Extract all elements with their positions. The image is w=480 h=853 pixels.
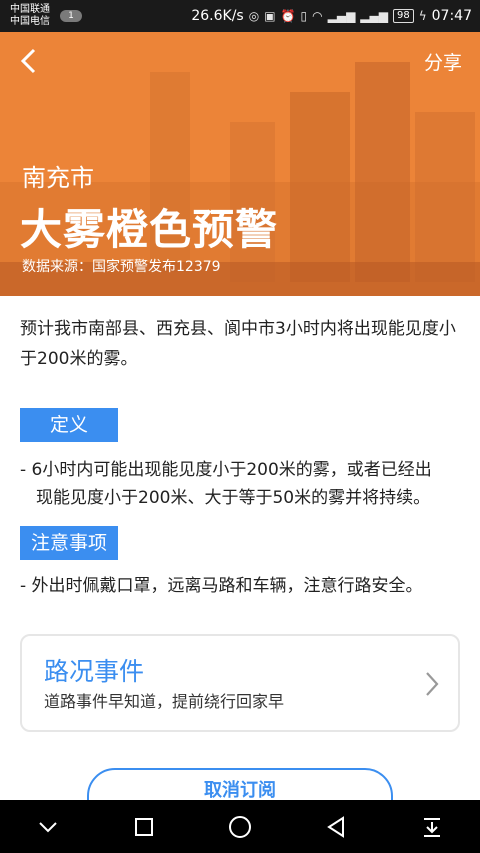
clock: 07:47 — [431, 8, 472, 24]
data-source: 数据来源：国家预警发布12379 — [22, 259, 221, 275]
alert-title: 大雾橙色预警 — [20, 205, 279, 254]
home-icon[interactable] — [220, 807, 260, 847]
notes-tag: 注意事项 — [20, 526, 118, 560]
navigation-bar — [0, 800, 480, 853]
definition-line-2: 现能见度小于200米、大于等于50米的雾并将持续。 — [36, 488, 431, 508]
chevron-right-icon — [426, 672, 439, 696]
location-icon: ◎ — [248, 9, 260, 23]
carrier-2: 中国电信 — [10, 16, 50, 27]
battery-indicator: 98 — [392, 9, 414, 23]
hero-banner: 分享 南充市 大雾橙色预警 数据来源：国家预警发布12379 — [0, 32, 480, 296]
charging-icon: ϟ — [418, 9, 427, 23]
share-button[interactable]: 分享 — [424, 48, 462, 75]
alarm-icon: ⏰ — [280, 9, 296, 23]
road-events-subtitle: 道路事件早知道，提前绕行回家早 — [44, 692, 285, 711]
nfc-icon: ▣ — [264, 9, 276, 23]
notification-count-badge: 1 — [60, 10, 82, 22]
back-icon[interactable] — [316, 807, 356, 847]
carrier-info: 中国联通 中国电信 — [10, 4, 56, 28]
notes-text: - 外出时佩戴口罩，远离马路和车辆，注意行路安全。 — [20, 576, 423, 596]
alert-summary: 预计我市南部县、西充县、阆中市3小时内将出现能见度小于200米的雾。 — [20, 319, 456, 369]
carrier-1: 中国联通 — [10, 4, 50, 15]
definition-tag: 定义 — [20, 408, 118, 442]
network-speed: 26.6K/s — [191, 8, 244, 24]
wifi-icon: ◠ — [312, 9, 323, 23]
road-events-title: 路况事件 — [44, 657, 145, 686]
definition-line-1: - 6小时内可能出现能见度小于200米的雾，或者已经出 — [20, 460, 432, 480]
recent-apps-icon[interactable] — [124, 807, 164, 847]
back-arrow-icon[interactable] — [16, 46, 42, 76]
notification-pull-icon[interactable] — [412, 807, 452, 847]
road-events-card[interactable]: 路况事件 道路事件早知道，提前绕行回家早 — [20, 634, 460, 732]
signal-icon-2: ▂▄▆ — [360, 9, 388, 23]
definition-text: - 6小时内可能出现能见度小于200米的雾，或者已经出 现能见度小于200米、大… — [20, 456, 465, 512]
status-bar: 中国联通 中国电信 1 26.6K/s ◎ ▣ ⏰ ▯ ◠ ▂▄▆ ▂▄▆ 98… — [0, 0, 480, 32]
city-name: 南充市 — [22, 164, 94, 192]
collapse-icon[interactable] — [28, 807, 68, 847]
vibrate-icon: ▯ — [300, 9, 308, 23]
signal-icon-1: ▂▄▆ — [327, 9, 356, 23]
